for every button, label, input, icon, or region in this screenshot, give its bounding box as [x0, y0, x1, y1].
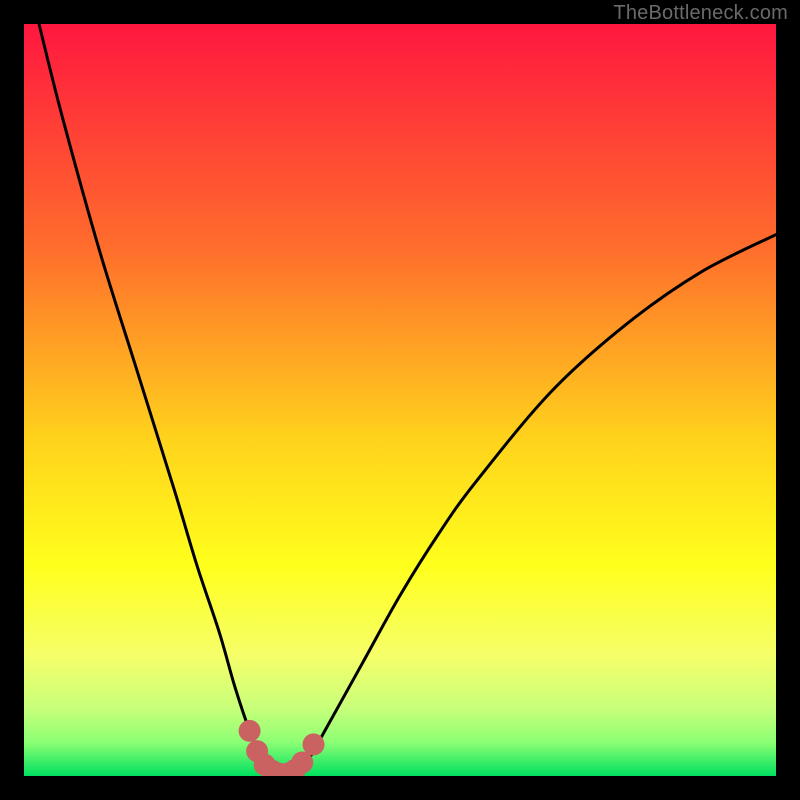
watermark-text: TheBottleneck.com	[613, 2, 788, 25]
marker-dot	[303, 733, 325, 755]
gradient-background	[24, 24, 776, 776]
bottleneck-chart	[24, 24, 776, 776]
chart-frame	[24, 24, 776, 776]
marker-dot	[239, 720, 261, 742]
